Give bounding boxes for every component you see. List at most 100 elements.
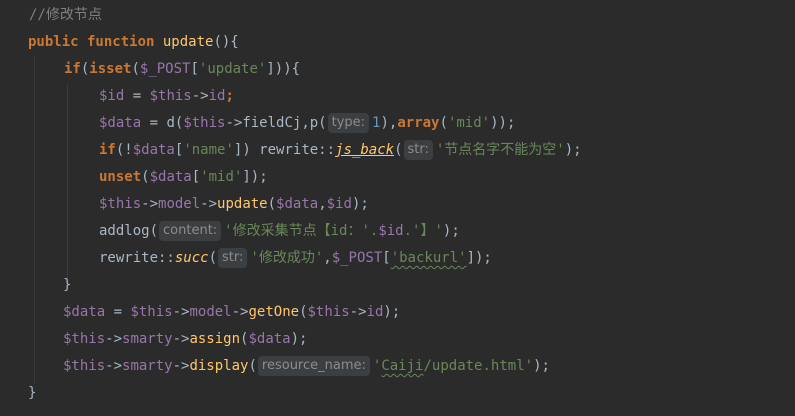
code-token: ->	[172, 331, 190, 347]
code-string: .'】'	[403, 223, 443, 239]
code-variable: $id	[378, 223, 404, 239]
code-string: 'name'	[183, 142, 234, 158]
code-variable: $data	[276, 196, 319, 212]
code-line[interactable]: rewrite::succ(str: '修改成功',$_POST['backurl…	[99, 245, 492, 272]
code-token: );	[383, 304, 401, 320]
code-token: );	[290, 331, 308, 347]
code-brace: }	[63, 277, 72, 293]
code-variable: $data	[248, 331, 291, 347]
code-variable: $_POST	[139, 61, 191, 77]
code-token: (	[299, 304, 308, 320]
code-token: ]) rewrite::	[233, 142, 336, 158]
code-method-call: assign	[189, 331, 241, 347]
parameter-hint: resource_name:	[257, 356, 370, 376]
code-variable: smarty	[122, 331, 173, 347]
code-method-call: getOne	[248, 304, 300, 320]
code-line[interactable]: $this->smarty->display(resource_name: 'Ca…	[63, 353, 550, 380]
code-variable: $this	[99, 196, 142, 212]
code-line[interactable]: $data = $this->model->getOne($this->id);	[63, 299, 400, 326]
parameter-hint: str:	[403, 140, 433, 160]
parameter-hint: type:	[327, 113, 370, 133]
code-token: );	[564, 142, 582, 158]
code-comment: //修改节点	[29, 7, 102, 23]
code-token: ,	[323, 250, 332, 266]
code-line[interactable]: $this->smarty->assign($data);	[63, 326, 307, 353]
code-brace: }	[28, 385, 37, 401]
code-token: ;	[225, 88, 234, 104]
code-keyword: if	[64, 61, 81, 77]
code-token: =	[105, 304, 131, 320]
code-variable: $this	[130, 304, 173, 320]
code-variable: $data	[63, 304, 106, 320]
code-string: Caiji	[381, 358, 424, 374]
code-variable: $id	[99, 88, 125, 104]
parameter-hint: str:	[218, 248, 248, 268]
code-line[interactable]: $this->model->update($data,$id);	[99, 191, 369, 218]
code-variable: id	[208, 88, 226, 104]
code-line[interactable]: }	[63, 272, 71, 299]
code-static-call: succ	[174, 250, 209, 266]
code-string: /update.html'	[423, 358, 534, 374]
code-token: ->	[105, 331, 123, 347]
code-line[interactable]: unset($data['mid']);	[99, 164, 268, 191]
code-string: 'backurl'	[390, 250, 467, 266]
code-line[interactable]: addlog(content: '修改采集节点【id：'.$id.'】');	[99, 218, 460, 245]
code-line[interactable]: if(!$data['name']) rewrite::js_back(str:…	[99, 137, 582, 164]
code-token: ->	[200, 196, 218, 212]
code-token: ->	[231, 304, 249, 320]
code-token: );	[351, 196, 369, 212]
code-token: (	[141, 169, 150, 185]
code-method-call: update	[217, 196, 268, 212]
code-class-ref: rewrite::	[99, 250, 175, 266]
code-token: ])){	[266, 61, 301, 77]
code-token: ->fieldCj,p(	[225, 115, 327, 131]
code-editor[interactable]: //修改节点 public function update(){ if(isse…	[0, 0, 795, 416]
code-token: );	[442, 223, 460, 239]
code-token: ),	[380, 115, 398, 131]
code-token: ,	[318, 196, 327, 212]
code-token: ->	[349, 304, 367, 320]
code-token: ->	[105, 358, 123, 374]
code-variable: id	[366, 304, 384, 320]
code-token: (	[149, 223, 159, 239]
code-variable: $this	[183, 115, 226, 131]
code-variable: $id	[326, 196, 352, 212]
code-function-call: addlog	[99, 223, 150, 239]
code-token: (!	[115, 142, 133, 158]
code-token: (	[267, 196, 277, 212]
code-keyword: array	[397, 115, 440, 131]
code-variable: smarty	[122, 358, 173, 374]
indent-guide	[67, 84, 68, 278]
code-token: [	[190, 61, 199, 77]
code-variable: $data	[149, 169, 192, 185]
code-variable: $this	[149, 88, 192, 104]
code-variable: $this	[307, 304, 350, 320]
code-token: ->	[141, 196, 159, 212]
code-function-name: update	[162, 34, 214, 50]
code-line[interactable]: }	[28, 380, 36, 407]
code-token: ]);	[242, 169, 268, 185]
code-variable: model	[189, 304, 232, 320]
code-variable: $data	[99, 115, 142, 131]
code-line[interactable]: $id = $this->id;	[99, 83, 234, 110]
code-string: '节点名字不能为空'	[435, 142, 565, 158]
code-variable: $_POST	[331, 250, 383, 266]
code-string: 'mid'	[200, 169, 243, 185]
code-line[interactable]: public function update(){	[28, 29, 239, 56]
code-token: [	[191, 169, 201, 185]
code-token: (	[394, 142, 403, 158]
code-token: );	[533, 358, 550, 374]
code-variable: $data	[132, 142, 175, 158]
code-string: '修改成功'	[250, 250, 324, 266]
code-token: (	[131, 61, 140, 77]
code-token: (	[208, 250, 218, 266]
code-line[interactable]: $data = d($this->fieldCj,p(type: 1),array…	[99, 110, 515, 137]
parameter-hint: content:	[159, 221, 222, 241]
code-token: ]);	[466, 250, 492, 266]
code-keyword: if	[99, 142, 116, 158]
code-keyword: public function	[28, 34, 155, 50]
code-line[interactable]: if(isset($_POST['update'])){	[64, 56, 300, 83]
code-token: ->	[172, 304, 190, 320]
code-variable: model	[158, 196, 201, 212]
code-line[interactable]: //修改节点	[29, 2, 102, 29]
